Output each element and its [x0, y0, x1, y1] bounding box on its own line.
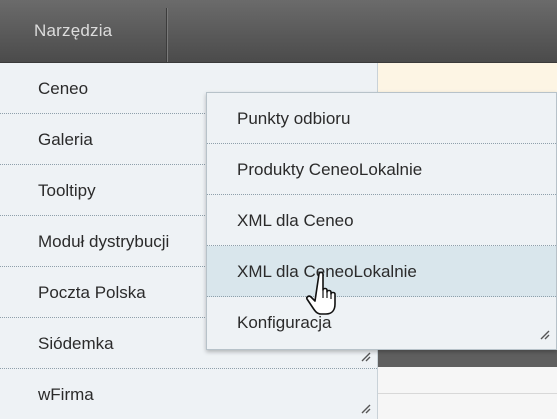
submenu-item-label: Poczta Polska [38, 283, 146, 302]
submenu-item-wfirma[interactable]: wFirma [0, 369, 377, 420]
content-divider [378, 393, 557, 394]
popup-item-xml-dla-ceneo[interactable]: XML dla Ceneo [207, 195, 556, 246]
menu-narzedzia[interactable]: Narzędzia [0, 0, 165, 62]
popup-item-label: XML dla Ceneo [237, 211, 354, 230]
popup-item-label: Produkty CeneoLokalnie [237, 160, 423, 179]
resize-grip-icon [361, 404, 371, 414]
resize-grip-icon [540, 330, 550, 340]
menubar-separator [166, 8, 167, 62]
hand-pointer-icon [306, 271, 336, 315]
submenu-item-label: Siódemka [38, 334, 114, 353]
submenu-item-label: Tooltipy [38, 181, 96, 200]
top-menubar: Narzędzia [0, 0, 557, 63]
popup-item-xml-dla-ceneolokalnie[interactable]: XML dla CeneoLokalnie [207, 246, 556, 297]
popup-item-konfiguracja[interactable]: Konfiguracja [207, 297, 556, 348]
submenu-item-label: Moduł dystrybucji [38, 232, 170, 251]
popup-item-punkty-odbioru[interactable]: Punkty odbioru [207, 93, 556, 144]
popup-item-label: Punkty odbioru [237, 109, 351, 128]
popup-item-produkty-ceneolokalnie[interactable]: Produkty CeneoLokalnie [207, 144, 556, 195]
ceneo-dropdown: Punkty odbioru Produkty CeneoLokalnie XM… [206, 92, 557, 350]
submenu-item-label: Ceneo [38, 79, 89, 98]
submenu-item-label: wFirma [38, 385, 94, 404]
submenu-item-label: Galeria [38, 130, 93, 149]
resize-grip-icon [361, 352, 371, 362]
